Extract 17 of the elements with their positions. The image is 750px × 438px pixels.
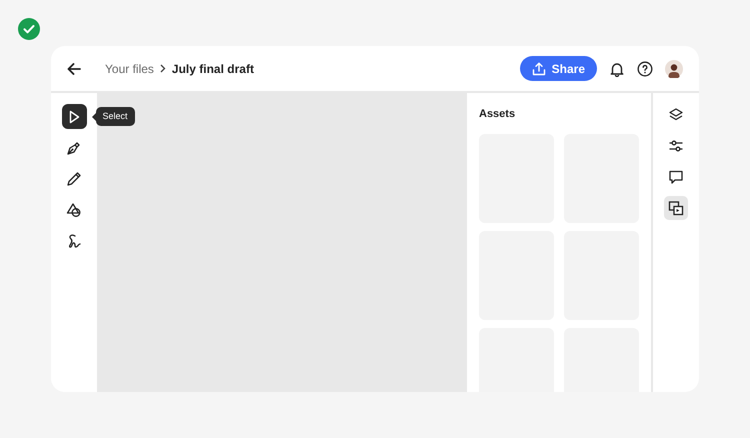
shapes-icon: [65, 200, 83, 218]
chevron-icon: [160, 64, 166, 73]
back-arrow-icon: [67, 62, 81, 74]
share-icon: [532, 62, 546, 76]
avatar[interactable]: [665, 60, 683, 78]
current-page: July final draft: [172, 60, 254, 78]
bell-icon[interactable]: [609, 60, 625, 76]
check-icon: [18, 18, 40, 40]
speech-bubble-icon: [667, 168, 685, 186]
panel-title: Assets: [479, 107, 516, 122]
share-button[interactable]: Share: [520, 56, 597, 81]
breadcrumb-link[interactable]: Your files: [105, 60, 154, 78]
panel-button[interactable]: [664, 196, 688, 220]
pencil-icon: [65, 170, 83, 188]
back-button[interactable]: [67, 62, 81, 76]
images-icon: [667, 199, 685, 217]
help-icon[interactable]: [637, 60, 653, 76]
